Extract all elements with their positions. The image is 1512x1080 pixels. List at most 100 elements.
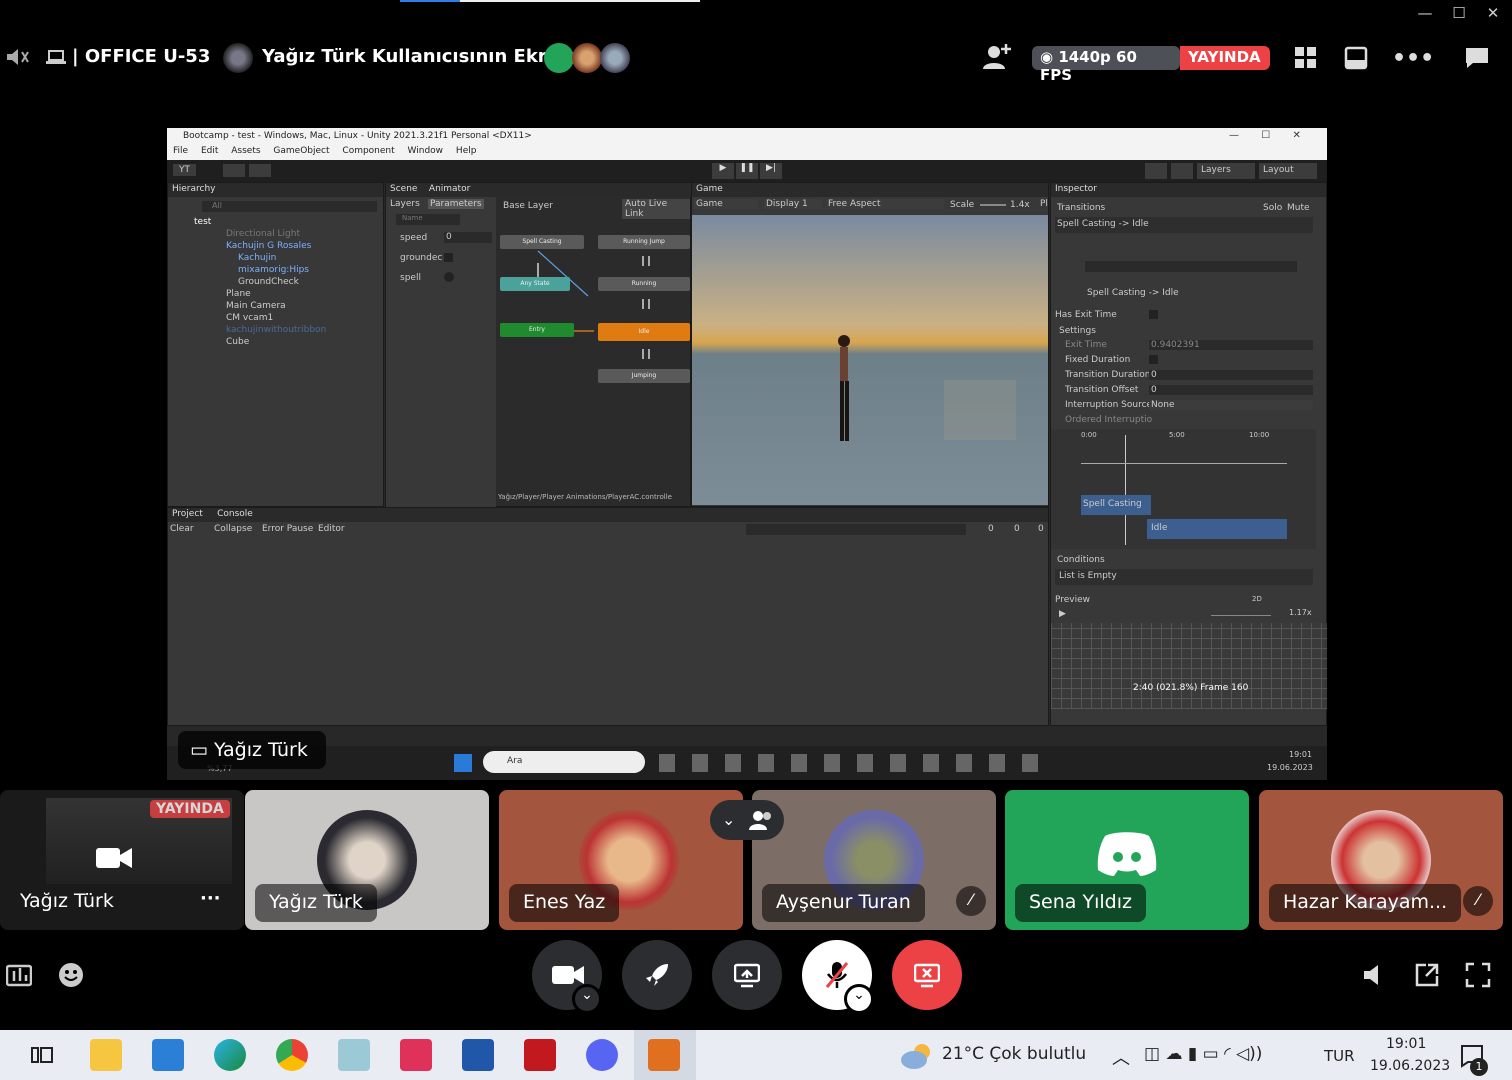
activity-icon[interactable]	[5, 963, 33, 987]
game-viewport[interactable]	[692, 215, 1048, 505]
volume-icon[interactable]	[4, 46, 30, 68]
param-checkbox[interactable]	[444, 253, 453, 262]
tab-parameters[interactable]: Parameters	[428, 199, 484, 209]
gizmos-tab[interactable]: Pl	[1040, 199, 1048, 209]
acrobat-icon[interactable]	[524, 1039, 556, 1071]
chrome-icon[interactable]	[276, 1039, 308, 1071]
error-count[interactable]: 0	[1038, 524, 1044, 534]
transition-duration-field[interactable]: 0	[1149, 370, 1313, 380]
collapse-participants-button[interactable]: ⌄	[710, 800, 784, 840]
participant-tile[interactable]: Yağız Türk	[245, 790, 489, 930]
param-search[interactable]: Name	[396, 214, 460, 225]
menu-file[interactable]: File	[173, 146, 188, 156]
share-screen-button[interactable]	[712, 940, 782, 1010]
hierarchy-search[interactable]: All	[202, 201, 377, 212]
more-icon[interactable]: ···	[200, 888, 221, 909]
editor-dropdown[interactable]: Editor	[318, 524, 345, 534]
participant-tile[interactable]: Sena Yıldız	[1005, 790, 1249, 930]
preview-viewport[interactable]: 2:40 (021.8%) Frame 160	[1051, 623, 1327, 709]
2d-toggle[interactable]: 2D	[1252, 595, 1262, 603]
state-jumping[interactable]: Jumping	[598, 369, 690, 383]
tab-animator[interactable]: Animator	[429, 184, 470, 194]
menu-component[interactable]: Component	[342, 146, 394, 156]
transition-offset-field[interactable]: 0	[1149, 385, 1313, 395]
hierarchy-item[interactable]: kachujinwithoutribbon	[226, 325, 326, 335]
param-value[interactable]: 0	[444, 232, 492, 243]
state-any[interactable]: Any State	[500, 277, 570, 291]
mic-options-chevron-icon[interactable]: ⌄	[844, 984, 874, 1014]
playhead[interactable]	[1125, 435, 1126, 545]
tab-game[interactable]: Game	[692, 183, 1048, 197]
spell-casting-bar[interactable]: Spell Casting	[1081, 495, 1151, 515]
collab-button[interactable]	[249, 164, 271, 177]
state-running-jump[interactable]: Running Jump	[598, 235, 690, 249]
preview-play-button[interactable]: ▶	[1059, 609, 1066, 619]
tray-icons[interactable]: ◫ ☁ ▮ ▭ ◜ ◁))	[1144, 1044, 1262, 1064]
hierarchy-item[interactable]: Plane	[226, 289, 251, 299]
menu-assets[interactable]: Assets	[231, 146, 260, 156]
timeline[interactable]: 0:00 5:00 10:00 Spell Casting Idle	[1051, 429, 1316, 549]
tab-project[interactable]: Project	[172, 509, 203, 519]
remote-search[interactable]: Ara	[483, 751, 645, 773]
tab-layers[interactable]: Layers	[390, 199, 420, 209]
arc-icon[interactable]	[400, 1039, 432, 1071]
idle-bar[interactable]: Idle	[1147, 519, 1287, 539]
chevron-up-icon[interactable]: ︿	[1112, 1044, 1130, 1070]
disconnect-button[interactable]	[892, 940, 962, 1010]
minimize-button[interactable]: —	[1413, 4, 1437, 24]
hierarchy-item[interactable]: Main Camera	[226, 301, 286, 311]
display-dropdown[interactable]: Display 1	[764, 199, 822, 209]
participant-tile[interactable]: Ayşenur Turan ⁄	[752, 790, 996, 930]
warning-count[interactable]: 0	[1014, 524, 1020, 534]
file-explorer-icon[interactable]	[90, 1039, 122, 1071]
start-icon[interactable]	[454, 754, 472, 772]
preview-speed-slider[interactable]	[1211, 615, 1271, 616]
tab-console[interactable]: Console	[217, 509, 253, 519]
transition-row[interactable]: Spell Casting -> Idle	[1055, 217, 1313, 233]
grid-icon[interactable]	[1294, 46, 1318, 70]
game-mode-dropdown[interactable]: Game	[694, 199, 758, 209]
search-icon[interactable]	[1171, 163, 1193, 179]
discord-icon[interactable]	[586, 1039, 618, 1071]
task-view-icon[interactable]	[30, 1044, 54, 1066]
emoji-icon[interactable]	[58, 962, 84, 988]
participant-tile[interactable]: Enes Yaz	[499, 790, 743, 930]
param-trigger[interactable]	[444, 272, 454, 282]
log-count[interactable]: 0	[988, 524, 994, 534]
hierarchy-item[interactable]: Kachujin G Rosales	[226, 241, 311, 251]
activities-button[interactable]	[622, 940, 692, 1010]
hierarchy-item[interactable]: CM vcam1	[226, 313, 273, 323]
tab-scene[interactable]: Scene	[390, 184, 417, 194]
close-button[interactable]: ✕	[1481, 4, 1505, 24]
language-indicator[interactable]: TUR	[1324, 1047, 1355, 1065]
curve-app-icon[interactable]	[462, 1039, 494, 1071]
layout-dropdown[interactable]: Layout	[1259, 163, 1317, 179]
camera-options-chevron-icon[interactable]: ⌄	[572, 984, 602, 1014]
clock-date[interactable]: 19.06.2023	[1370, 1058, 1450, 1074]
transition-name-field[interactable]	[1085, 261, 1297, 272]
account-dropdown[interactable]: YT	[173, 164, 196, 176]
add-user-icon[interactable]	[980, 42, 1012, 70]
hierarchy-item[interactable]: GroundCheck	[238, 277, 299, 287]
pause-button[interactable]: ❚❚	[736, 163, 758, 179]
maximize-button[interactable]: ☐	[1447, 4, 1471, 24]
hierarchy-item[interactable]: Kachujin	[238, 253, 276, 263]
layers-dropdown[interactable]: Layers	[1197, 163, 1255, 179]
state-entry[interactable]: Entry	[500, 323, 574, 337]
history-icon[interactable]	[1145, 163, 1167, 179]
has-exit-checkbox[interactable]	[1149, 310, 1158, 319]
console-search[interactable]	[746, 524, 966, 535]
mail-icon[interactable]	[152, 1039, 184, 1071]
tab-inspector-label[interactable]: Inspector	[1055, 184, 1097, 194]
tab-hierarchy[interactable]: Hierarchy	[168, 183, 383, 197]
step-button[interactable]: ▶|	[760, 163, 782, 179]
menu-window[interactable]: Window	[408, 146, 444, 156]
clock-time[interactable]: 19:01	[1386, 1036, 1426, 1052]
participant-tile[interactable]: YAYINDA Yağız Türk ···	[0, 790, 244, 930]
error-pause-button[interactable]: Error Pause	[262, 524, 313, 534]
state-idle[interactable]: Idle	[598, 323, 690, 341]
aspect-dropdown[interactable]: Free Aspect	[826, 199, 944, 209]
more-icon[interactable]: •••	[1392, 46, 1434, 71]
speaker-icon[interactable]	[1362, 963, 1388, 987]
menu-help[interactable]: Help	[456, 146, 477, 156]
